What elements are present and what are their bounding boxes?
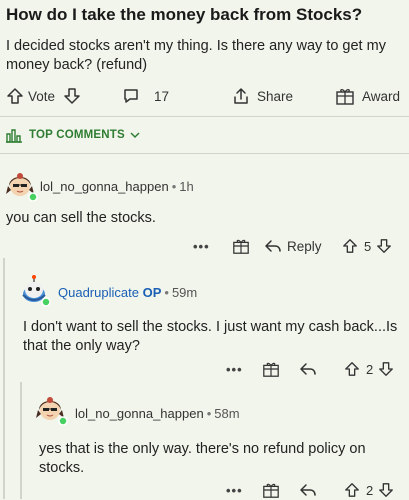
more-options-button[interactable]: •••: [193, 236, 210, 256]
separator-dot: •: [206, 406, 212, 421]
more-options-button[interactable]: •••: [226, 480, 243, 500]
vote-control: Vote: [6, 84, 81, 108]
post-body: I decided stocks aren't my thing. Is the…: [6, 38, 386, 73]
downvote-icon[interactable]: [378, 482, 394, 498]
award-icon: [262, 360, 280, 378]
comment-meta: lol_no_gonna_happen • 1h: [40, 179, 194, 194]
share-button[interactable]: Share: [232, 84, 293, 108]
comment-text: you can sell the stocks.: [6, 210, 156, 226]
sort-label: TOP COMMENTS: [29, 129, 125, 141]
award-icon: [232, 237, 250, 255]
upvote-icon[interactable]: [342, 238, 358, 254]
chevron-down-icon: [130, 130, 140, 140]
comment-action-bar: ••• 2: [0, 480, 409, 500]
award-button[interactable]: Award: [335, 84, 400, 108]
post-title: How do I take the money back from Stocks…: [6, 5, 363, 24]
comments-button[interactable]: 17: [122, 84, 169, 108]
score: 2: [366, 482, 374, 498]
op-badge: OP: [142, 285, 162, 300]
separator-dot: •: [164, 285, 169, 300]
separator-dot: •: [171, 179, 177, 194]
award-icon: [262, 481, 280, 499]
vote-label: Vote: [28, 88, 56, 104]
reply-icon: [299, 360, 317, 378]
reply-button[interactable]: Reply: [264, 236, 322, 256]
score: 5: [364, 238, 372, 254]
timestamp: 1h: [179, 179, 194, 194]
vote-control: 2: [344, 480, 394, 500]
award-icon: [335, 86, 355, 106]
score: 2: [366, 361, 374, 377]
sort-dropdown[interactable]: TOP COMMENTS: [5, 125, 140, 145]
reply-icon: [264, 237, 282, 255]
reply-button[interactable]: [299, 359, 317, 379]
comment-icon: [122, 87, 140, 105]
comment-action-bar: ••• 2: [0, 359, 409, 379]
divider: [0, 116, 409, 117]
upvote-icon[interactable]: [344, 361, 360, 377]
reply-icon: [299, 481, 317, 499]
reply-button[interactable]: [299, 480, 317, 500]
award-label: Award: [362, 88, 401, 104]
downvote-icon[interactable]: [378, 361, 394, 377]
more-options-button[interactable]: •••: [226, 359, 243, 379]
comment-text: yes that is the only way. there's no ref…: [39, 441, 366, 476]
comment-meta: Quadruplicate OP • 59m: [58, 285, 197, 300]
award-button[interactable]: [262, 359, 280, 379]
post-action-bar: Vote 17 Share Award: [0, 84, 409, 108]
timestamp: 58m: [214, 406, 240, 421]
username[interactable]: lol_no_gonna_happen: [40, 179, 169, 194]
vote-control: 5: [342, 236, 392, 256]
upvote-icon[interactable]: [344, 482, 360, 498]
share-label: Share: [257, 88, 294, 104]
vote-control: 2: [344, 359, 394, 379]
avatar[interactable]: [17, 273, 51, 307]
avatar[interactable]: [34, 392, 68, 426]
award-button[interactable]: [232, 236, 250, 256]
avatar[interactable]: [4, 168, 38, 202]
downvote-icon[interactable]: [376, 238, 392, 254]
username[interactable]: lol_no_gonna_happen: [75, 406, 204, 421]
comment-text: I don't want to sell the stocks. I just …: [23, 319, 398, 354]
reply-label: Reply: [287, 238, 322, 254]
comment-count: 17: [154, 88, 170, 104]
sort-icon: [5, 126, 23, 144]
upvote-icon[interactable]: [6, 87, 24, 105]
timestamp: 59m: [171, 285, 198, 300]
divider: [0, 153, 409, 154]
downvote-icon[interactable]: [63, 87, 81, 105]
share-icon: [232, 87, 250, 105]
award-button[interactable]: [262, 480, 280, 500]
username[interactable]: Quadruplicate: [58, 285, 139, 300]
comment-action-bar: ••• Reply 5: [0, 236, 409, 256]
comment-meta: lol_no_gonna_happen • 58m: [75, 406, 240, 421]
